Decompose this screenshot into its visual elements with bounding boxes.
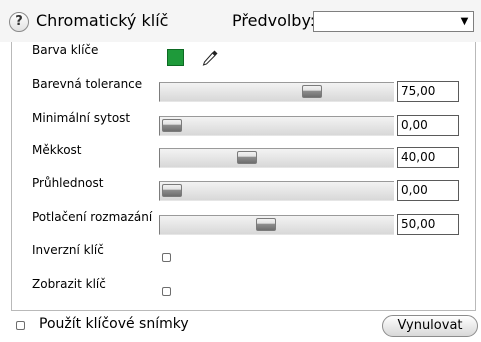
invert-key-row: Inverzní klíč <box>12 243 475 273</box>
slider-label: Potlačení rozmazání <box>32 210 153 224</box>
use-keyframes-checkbox[interactable] <box>16 321 25 330</box>
transparency-input[interactable]: 0,00 <box>397 180 459 201</box>
slider-thumb[interactable] <box>162 119 182 132</box>
slider-row-blur-suppression: Potlačení rozmazání 50,00 <box>12 210 475 240</box>
slider-label: Barevná tolerance <box>32 77 143 91</box>
min-saturation-slider[interactable] <box>159 116 394 136</box>
key-color-row: Barva klíče <box>12 43 475 73</box>
panel-header: ? Chromatický klíč Předvolby: ▼ <box>0 0 481 42</box>
softness-slider[interactable] <box>159 148 394 168</box>
presets-dropdown[interactable]: ▼ <box>313 11 474 32</box>
use-keyframes-label: Použít klíčové snímky <box>39 316 189 332</box>
reset-button[interactable]: Vynulovat <box>382 315 478 337</box>
eyedropper-icon[interactable] <box>201 49 219 67</box>
slider-thumb[interactable] <box>162 184 182 197</box>
help-button[interactable]: ? <box>9 12 29 32</box>
tolerance-input[interactable]: 75,00 <box>397 81 459 102</box>
slider-thumb[interactable] <box>237 151 257 164</box>
transparency-slider[interactable] <box>159 181 394 201</box>
slider-row-softness: Měkkost 40,00 <box>12 143 475 173</box>
min-saturation-input[interactable]: 0,00 <box>397 115 459 136</box>
blur-suppression-slider[interactable] <box>159 215 394 235</box>
slider-row-min-saturation: Minimální sytost 0,00 <box>12 111 475 141</box>
slider-label: Průhlednost <box>32 176 104 190</box>
slider-thumb[interactable] <box>256 218 276 231</box>
properties-box: Barva klíče Barevná tolerance 75,00 Mini… <box>11 42 476 311</box>
slider-thumb[interactable] <box>302 85 322 98</box>
show-key-label: Zobrazit klíč <box>32 277 106 291</box>
key-color-swatch[interactable] <box>167 49 184 66</box>
chroma-key-panel: ? Chromatický klíč Předvolby: ▼ Barva kl… <box>0 0 481 342</box>
softness-input[interactable]: 40,00 <box>397 147 459 168</box>
slider-row-transparency: Průhlednost 0,00 <box>12 176 475 206</box>
chevron-down-icon[interactable]: ▼ <box>457 13 472 30</box>
show-key-row: Zobrazit klíč <box>12 277 475 307</box>
blur-suppression-input[interactable]: 50,00 <box>397 214 459 235</box>
invert-key-label: Inverzní klíč <box>32 243 104 257</box>
show-key-checkbox[interactable] <box>162 287 171 296</box>
slider-label: Minimální sytost <box>32 111 131 125</box>
tolerance-slider[interactable] <box>159 82 394 102</box>
slider-label: Měkkost <box>32 143 82 157</box>
panel-title: Chromatický klíč <box>36 11 169 30</box>
presets-label: Předvolby: <box>232 11 316 30</box>
invert-key-checkbox[interactable] <box>162 253 171 262</box>
key-color-label: Barva klíče <box>32 43 99 57</box>
slider-row-tolerance: Barevná tolerance 75,00 <box>12 77 475 107</box>
